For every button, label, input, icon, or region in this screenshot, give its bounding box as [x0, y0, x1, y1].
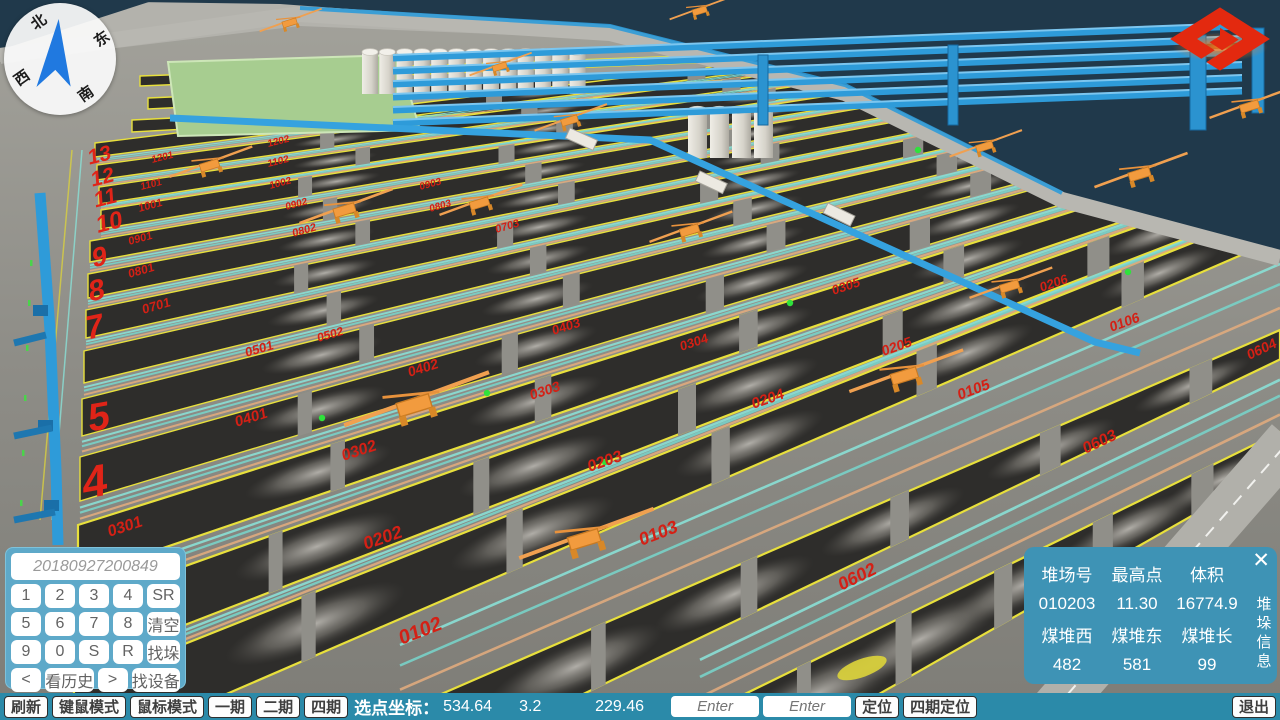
keypad-button-4[interactable]: 4: [113, 584, 143, 608]
coord-x: 534.64: [443, 698, 515, 716]
info-header: 煤堆长: [1172, 618, 1242, 651]
coord-z: 229.46: [595, 698, 667, 716]
info-value: 99: [1172, 651, 1242, 679]
info-value: 581: [1102, 651, 1172, 679]
keypad-panel: 1234SR5678清空90SR找垛<看历史>找设备: [5, 547, 186, 689]
keypad-button-SR[interactable]: SR: [147, 584, 180, 608]
phase4-button[interactable]: 四期: [304, 696, 348, 718]
keypad-button-6[interactable]: 6: [45, 612, 75, 636]
keypad-button-看历史[interactable]: 看历史: [45, 668, 94, 692]
keypad-button-9[interactable]: 9: [11, 640, 41, 664]
exit-button[interactable]: 退出: [1232, 696, 1276, 718]
enter-input-2[interactable]: [763, 696, 851, 717]
keypad-button-找垛[interactable]: 找垛: [147, 640, 180, 664]
company-logo: [1168, 6, 1272, 72]
info-header: 煤堆东: [1102, 618, 1172, 651]
keypad-button-7[interactable]: 7: [79, 612, 109, 636]
pile-info-table: 堆场号 最高点 体积 010203 11.30 16774.9 煤堆西 煤堆东 …: [1032, 557, 1242, 679]
row-number-label: 7: [85, 307, 104, 348]
keypad-button-1[interactable]: 1: [11, 584, 41, 608]
keypad-button->[interactable]: >: [98, 668, 128, 692]
locate-button[interactable]: 定位: [855, 696, 899, 718]
keypad-button-5[interactable]: 5: [11, 612, 41, 636]
keypad-button-S[interactable]: S: [79, 640, 109, 664]
keypad-button-8[interactable]: 8: [113, 612, 143, 636]
info-header: 煤堆西: [1032, 618, 1102, 651]
phase2-button[interactable]: 二期: [256, 696, 300, 718]
refresh-button[interactable]: 刷新: [4, 696, 48, 718]
keypad-button-清空[interactable]: 清空: [147, 612, 180, 636]
info-header: 体积: [1172, 557, 1242, 590]
keypad-button-R[interactable]: R: [113, 640, 143, 664]
info-value: 16774.9: [1172, 590, 1242, 618]
enter-input-1[interactable]: [671, 696, 759, 717]
keypad-button-2[interactable]: 2: [45, 584, 75, 608]
keypad-button-<[interactable]: <: [11, 668, 41, 692]
info-header: 堆场号: [1032, 557, 1102, 590]
info-header: 最高点: [1102, 557, 1172, 590]
close-icon[interactable]: ✕: [1252, 548, 1270, 573]
row-number-label: 9: [92, 239, 108, 273]
logo-icon: [1168, 6, 1272, 72]
row-number-label: 4: [83, 454, 108, 510]
info-value: 11.30: [1102, 590, 1172, 618]
row-number-label: 5: [88, 393, 109, 441]
keymouse-mode-button[interactable]: 键鼠模式: [52, 696, 126, 718]
phase1-button[interactable]: 一期: [208, 696, 252, 718]
compass-arrow-icon: [4, 3, 116, 115]
picked-point-label: 选点坐标：: [354, 694, 439, 719]
compass[interactable]: 北 东 西 南: [4, 3, 116, 115]
keypad-button-找设备[interactable]: 找设备: [132, 668, 181, 692]
info-value: 010203: [1032, 590, 1102, 618]
coal-yard-3d-app: 1201120211021101100210010903090209010803…: [0, 0, 1280, 720]
info-value: 482: [1032, 651, 1102, 679]
coord-y: 3.2: [519, 698, 591, 716]
keypad-button-0[interactable]: 0: [45, 640, 75, 664]
pile-info-panel: ✕ 堆场号 最高点 体积 010203 11.30 16774.9 煤堆西 煤堆…: [1024, 547, 1277, 684]
keypad-button-3[interactable]: 3: [79, 584, 109, 608]
mouse-mode-button[interactable]: 鼠标模式: [130, 696, 204, 718]
phase4-locate-button[interactable]: 四期定位: [903, 696, 977, 718]
panel-vertical-title: 堆垛信息: [1255, 595, 1273, 671]
row-number-label: 8: [88, 273, 105, 309]
bottom-toolbar: 刷新 键鼠模式 鼠标模式 一期 二期 四期 选点坐标： 534.64 3.2 2…: [0, 693, 1280, 720]
keypad-display[interactable]: [11, 553, 180, 580]
